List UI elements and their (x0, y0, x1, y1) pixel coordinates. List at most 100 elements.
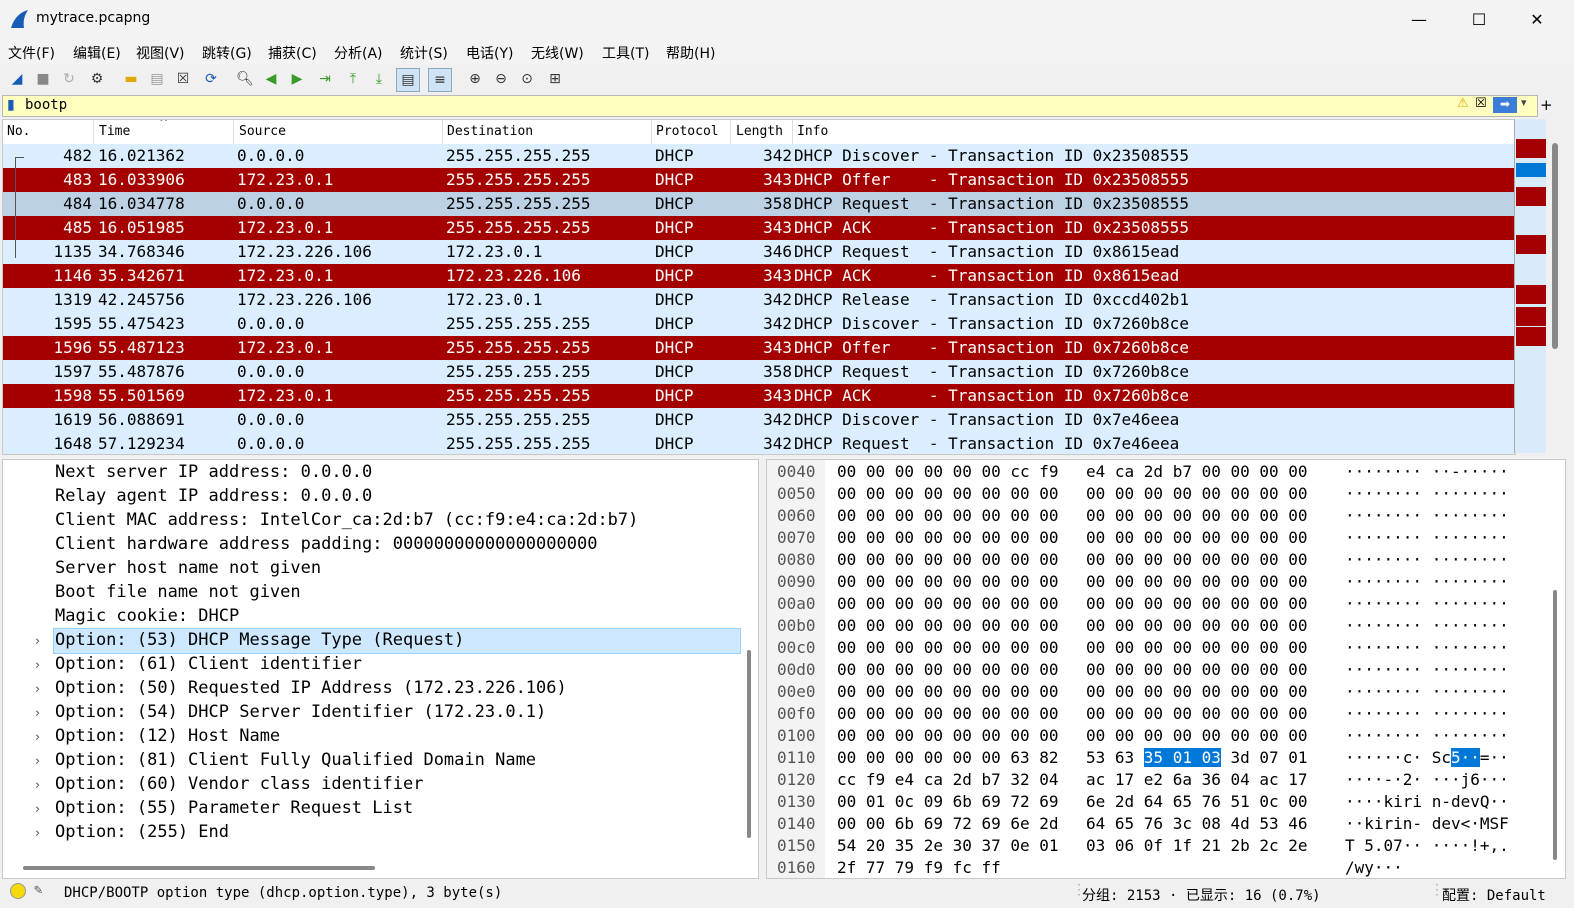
hex-bytes[interactable]: 00 00 00 00 00 00 00 00 (837, 528, 1059, 547)
detail-tree-item[interactable]: Option: (12) Host Name (55, 726, 280, 746)
packet-row[interactable]: 482 16.021362 0.0.0.0 255.255.255.255 DHCP 34… (3, 144, 1515, 168)
ascii-bytes[interactable]: ··kirin- dev<·MSF (1345, 814, 1509, 833)
add-filter-button-icon[interactable]: + (1540, 96, 1553, 114)
hex-bytes[interactable]: 00 00 00 00 00 00 00 00 (837, 572, 1059, 591)
hex-bytes[interactable]: 00 00 00 00 00 00 63 82 (837, 748, 1059, 767)
packet-row[interactable]: 1648 57.129234 0.0.0.0 255.255.255.255 DHCP 3… (3, 432, 1515, 454)
close-button[interactable]: ✕ (1508, 0, 1566, 38)
packet-row[interactable]: 1319 42.245756 172.23.226.106 172.23.0.1 DHC… (3, 288, 1515, 312)
hex-bytes[interactable]: 00 00 00 00 00 00 00 00 (1086, 660, 1308, 679)
hex-bytes[interactable]: 00 00 00 00 00 00 00 00 (1086, 638, 1308, 657)
packet-row[interactable]: 1619 56.088691 0.0.0.0 255.255.255.255 DHCP 3… (3, 408, 1515, 432)
detail-field[interactable]: Client hardware address padding: 0000000… (55, 534, 597, 554)
packet-row[interactable]: 1146 35.342671 172.23.0.1 172.23.226.106 DHC… (3, 264, 1515, 288)
hex-bytes[interactable]: 00 00 00 00 00 00 00 00 (1086, 572, 1308, 591)
maximize-button[interactable]: ☐ (1450, 0, 1508, 38)
ascii-bytes[interactable]: ········ ········ (1345, 550, 1509, 569)
hex-bytes[interactable]: 00 00 00 00 00 00 00 00 (1086, 594, 1308, 613)
col-time[interactable]: Time (99, 124, 130, 139)
hex-bytes[interactable]: 00 00 00 00 00 00 cc f9 (837, 462, 1059, 481)
detail-field[interactable]: Client MAC address: IntelCor_ca:2d:b7 (c… (55, 510, 638, 530)
detail-field[interactable]: Relay agent IP address: 0.0.0.0 (55, 486, 372, 506)
expand-chevron-icon[interactable]: › (35, 682, 40, 697)
menu-tools[interactable]: 工具(T) (602, 43, 649, 63)
expand-chevron-icon[interactable]: › (35, 658, 40, 673)
find-packet-icon[interactable]: 🔍︎ (234, 68, 256, 90)
status-profile[interactable]: 配置: Default (1442, 885, 1546, 905)
detail-tree-item[interactable]: Option: (60) Vendor class identifier (55, 774, 423, 794)
packet-row[interactable]: 484 16.034778 0.0.0.0 255.255.255.255 DHCP 35… (3, 192, 1515, 216)
detail-field[interactable]: Next server IP address: 0.0.0.0 (55, 462, 372, 482)
packet-minimap[interactable] (1514, 119, 1547, 453)
hex-bytes[interactable]: 00 00 00 00 00 00 00 00 (1086, 550, 1308, 569)
ascii-bytes[interactable]: ········ ········ (1345, 484, 1509, 503)
edit-comment-icon[interactable]: ✎ (34, 882, 42, 898)
ascii-bytes[interactable]: ········ ········ (1345, 594, 1509, 613)
restart-capture-icon[interactable]: ↻ (58, 68, 80, 90)
ascii-bytes[interactable]: ····-·2· ···j6··· (1345, 770, 1509, 789)
detail-tree-item[interactable]: Option: (255) End (55, 822, 229, 842)
menu-view[interactable]: 视图(V) (136, 43, 185, 63)
clear-filter-icon[interactable]: ☒ (1475, 96, 1487, 111)
menu-file[interactable]: 文件(F) (8, 43, 55, 63)
hex-bytes[interactable]: 2f 77 79 f9 fc ff (837, 858, 1001, 877)
expand-chevron-icon[interactable]: › (35, 802, 40, 817)
col-length[interactable]: Length (736, 124, 783, 139)
ascii-bytes[interactable]: ····kiri n-devQ·· (1345, 792, 1509, 811)
packet-row[interactable]: 1597 55.487876 0.0.0.0 255.255.255.255 DHCP 3… (3, 360, 1515, 384)
colorize-icon[interactable]: ≡ (428, 68, 452, 92)
detail-tree-item[interactable]: Option: (50) Requested IP Address (172.2… (55, 678, 567, 698)
col-source[interactable]: Source (239, 124, 286, 139)
autoscroll-icon[interactable]: ▤ (396, 68, 420, 92)
menu-analyze[interactable]: 分析(A) (334, 43, 383, 63)
detail-field[interactable]: Magic cookie: DHCP (55, 606, 239, 626)
packet-bytes[interactable]: 0040 00 00 00 00 00 00 cc f9 e4 ca 2d b7 0… (766, 459, 1566, 879)
hex-bytes[interactable]: 00 00 00 00 00 00 00 00 (1086, 616, 1308, 635)
hex-bytes[interactable]: 6e 2d 64 65 76 51 0c 00 (1086, 792, 1308, 811)
details-vscroll-thumb[interactable] (747, 650, 751, 838)
selected-ascii[interactable]: 5·· (1450, 748, 1480, 767)
packet-row[interactable]: 1596 55.487123 172.23.0.1 255.255.255.255 DH… (3, 336, 1515, 360)
expand-chevron-icon[interactable]: › (35, 826, 40, 841)
resize-columns-icon[interactable]: ⊞ (544, 68, 566, 90)
expand-chevron-icon[interactable]: › (35, 778, 40, 793)
hex-bytes[interactable]: 00 00 00 00 00 00 00 00 (837, 726, 1059, 745)
close-file-icon[interactable]: ☒ (172, 68, 194, 90)
display-filter-bar[interactable]: ▮ bootp ⚠ ☒ ➡ ▾ (2, 95, 1538, 117)
stop-capture-icon[interactable]: ■ (32, 68, 54, 90)
hex-bytes[interactable]: e4 ca 2d b7 00 00 00 00 (1086, 462, 1308, 481)
zoom-reset-icon[interactable]: ⊙ (516, 68, 538, 90)
menu-statistics[interactable]: 统计(S) (400, 43, 448, 63)
detail-tree-item[interactable]: Option: (53) DHCP Message Type (Request) (55, 630, 464, 650)
ascii-bytes[interactable]: ········ ········ (1345, 726, 1509, 745)
packet-row[interactable]: 1135 34.768346 172.23.226.106 172.23.0.1 DHC… (3, 240, 1515, 264)
detail-field[interactable]: Server host name not given (55, 558, 321, 578)
go-forward-icon[interactable]: ▶ (286, 68, 308, 90)
packet-list-scrollbar[interactable] (1546, 119, 1564, 453)
start-capture-icon[interactable]: ◢ (6, 68, 28, 90)
hex-bytes[interactable]: 00 00 00 00 00 00 00 00 (1086, 506, 1308, 525)
filter-dropdown-icon[interactable]: ▾ (1521, 96, 1527, 109)
packet-row[interactable]: 483 16.033906 172.23.0.1 255.255.255.255 DHC… (3, 168, 1515, 192)
hex-bytes[interactable]: 00 00 00 00 00 00 00 00 (1086, 484, 1308, 503)
ascii-bytes[interactable]: ········ ········ (1345, 704, 1509, 723)
ascii-bytes[interactable]: ········ ········ (1345, 506, 1509, 525)
zoom-in-icon[interactable]: ⊕ (464, 68, 486, 90)
bytes-vscroll-thumb[interactable] (1553, 590, 1557, 860)
expand-chevron-icon[interactable]: › (35, 754, 40, 769)
minimize-button[interactable]: — (1390, 0, 1448, 38)
menu-help[interactable]: 帮助(H) (666, 43, 715, 63)
ascii-bytes[interactable]: /wy··· (1345, 858, 1403, 877)
ascii-bytes[interactable]: ········ ········ (1345, 682, 1509, 701)
menu-wireless[interactable]: 无线(W) (531, 43, 584, 63)
expand-chevron-icon[interactable]: › (35, 634, 40, 649)
ascii-bytes[interactable]: ········ ········ (1345, 528, 1509, 547)
ascii-bytes[interactable]: ········ ········ (1345, 660, 1509, 679)
go-first-packet-icon[interactable]: ⤒ (342, 68, 364, 90)
apply-filter-icon[interactable]: ➡ (1493, 97, 1517, 113)
col-no[interactable]: No. (7, 124, 30, 139)
hex-bytes[interactable]: 00 00 00 00 00 00 00 00 (1086, 726, 1308, 745)
detail-tree-item[interactable]: Option: (55) Parameter Request List (55, 798, 413, 818)
ascii-bytes[interactable]: ······c· Sc5··=·· (1345, 748, 1509, 767)
hex-bytes[interactable]: 00 01 0c 09 6b 69 72 69 (837, 792, 1059, 811)
